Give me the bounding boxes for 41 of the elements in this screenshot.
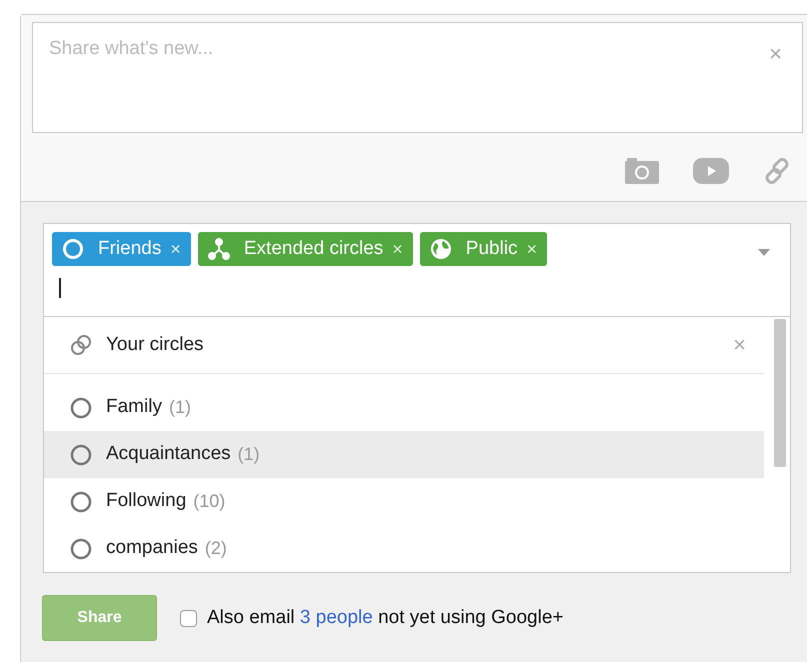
circle-list-item[interactable]: Acquaintances (1)	[44, 431, 764, 478]
remove-button[interactable]: ×	[526, 236, 538, 262]
member-count: (1)	[238, 443, 260, 466]
circles-icon	[70, 334, 92, 356]
video-icon[interactable]	[693, 158, 729, 184]
recipient-chip[interactable]: Friends ×	[52, 232, 191, 266]
email-checkbox[interactable]	[180, 610, 197, 626]
circle-name: Following	[106, 489, 186, 514]
member-count: (1)	[168, 396, 191, 419]
post-textarea[interactable]: Share what's new... ×	[32, 22, 803, 133]
link-icon[interactable]	[763, 157, 791, 185]
caret-icon[interactable]	[758, 249, 770, 256]
circle-icon	[70, 490, 92, 512]
member-count: (10)	[193, 490, 226, 513]
member-count: (2)	[204, 537, 227, 560]
share-button[interactable]: Share	[42, 595, 157, 641]
recipient-chip[interactable]: Public ×	[420, 232, 548, 266]
people-link[interactable]: 3 people	[300, 606, 373, 628]
dropdown-header: Your circles	[106, 332, 204, 357]
camera-icon[interactable]	[625, 158, 659, 184]
circle-name: Acquaintances	[106, 442, 231, 466]
text-cursor	[59, 278, 61, 298]
scrollbar-thumb[interactable]	[774, 319, 786, 467]
chip-label: Extended circles	[244, 236, 384, 261]
circle-name: companies	[106, 536, 198, 560]
chip-label: Public	[466, 236, 518, 261]
remove-button[interactable]: ×	[392, 236, 403, 262]
circle-name: Family	[106, 395, 162, 420]
close-button[interactable]: ×	[769, 43, 782, 65]
globe-icon	[430, 238, 452, 260]
close-button[interactable]: ×	[733, 334, 746, 356]
recipient-chip[interactable]: Extended circles ×	[198, 232, 413, 266]
circle-icon	[70, 538, 92, 560]
circle-icon	[70, 444, 92, 466]
email-option-text: Also email 3 people not yet using Google+	[207, 606, 564, 630]
network-icon	[208, 238, 230, 260]
remove-button[interactable]: ×	[170, 236, 181, 262]
recipients-field[interactable]: Friends × Extended circles × Public ×	[43, 223, 791, 317]
circle-icon	[70, 396, 92, 418]
circle-icon	[62, 238, 84, 260]
chip-label: Friends	[98, 236, 162, 261]
